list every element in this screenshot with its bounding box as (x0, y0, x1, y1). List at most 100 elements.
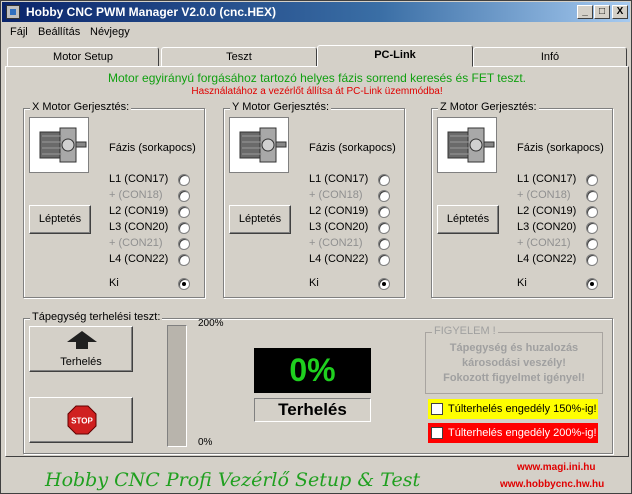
load-progress-bar (167, 325, 187, 447)
phase-header: Fázis (sorkapocs) (309, 142, 396, 154)
phase-row-label: L2 (CON19) (109, 205, 169, 217)
tab-pc-link[interactable]: PC-Link (317, 45, 473, 67)
phase-radio[interactable] (178, 174, 190, 186)
scale-min-label: 0% (198, 437, 213, 448)
menu-settings[interactable]: Beállítás (38, 26, 80, 38)
stepper-motor-image (229, 117, 289, 173)
tab-strip: Motor Setup Teszt PC-Link Infó (5, 45, 629, 67)
phase-row-label: + (CON18) (517, 189, 571, 201)
menu-bar: Fájl Beállítás Névjegy (2, 23, 630, 41)
stepper-motor-image (29, 117, 89, 173)
phase-row-label: L1 (CON17) (517, 173, 577, 185)
phase-radio[interactable] (178, 238, 190, 250)
warning-line: Tápegység és huzalozás (449, 342, 579, 354)
phase-row-label: L3 (CON20) (517, 221, 577, 233)
menu-file[interactable]: Fájl (10, 26, 28, 38)
title-bar: Hobby CNC PWM Manager V2.0.0 (cnc.HEX) _… (2, 2, 630, 22)
load-button[interactable]: Terhelés (29, 326, 133, 372)
phase-radio[interactable] (586, 278, 598, 290)
overload-150-checkbox[interactable]: Túlterhelés engedély 150%-ig! (428, 399, 598, 419)
footer-title: Hobby CNC Profi Vezérlő Setup & Test (45, 469, 421, 491)
phase-row-label: + (CON18) (109, 189, 163, 201)
phase-row-label: L1 (CON17) (109, 173, 169, 185)
scale-max-label: 200% (198, 318, 224, 329)
phase-row-label: L4 (CON22) (309, 253, 369, 265)
warning-group: FIGYELEM ! Tápegység és huzalozás károso… (425, 325, 603, 394)
warning-legend: FIGYELEM ! (432, 325, 498, 337)
load-status-label: Terhelés (254, 398, 371, 422)
phase-radio[interactable] (378, 222, 390, 234)
phase-row-label: Ki (309, 277, 319, 289)
step-button[interactable]: Léptetés (29, 205, 91, 234)
phase-radio[interactable] (586, 190, 598, 202)
stop-sign-text: STOP (71, 417, 93, 426)
tab-motor-setup[interactable]: Motor Setup (7, 47, 159, 67)
stepper-motor-icon (230, 118, 288, 172)
phase-radio[interactable] (178, 222, 190, 234)
step-button[interactable]: Léptetés (437, 205, 499, 234)
warning-line: károsodási veszély! (462, 357, 566, 369)
footer-url-2[interactable]: www.hobbycnc.hw.hu (500, 479, 604, 490)
step-button[interactable]: Léptetés (229, 205, 291, 234)
phase-radio[interactable] (586, 174, 598, 186)
footer-url-1[interactable]: www.magi.ini.hu (517, 462, 596, 473)
phase-radio[interactable] (378, 278, 390, 290)
app-window: Hobby CNC PWM Manager V2.0.0 (cnc.HEX) _… (0, 0, 632, 494)
window-title: Hobby CNC PWM Manager V2.0.0 (cnc.HEX) (26, 5, 277, 19)
motor-group-legend: X Motor Gerjesztés: (30, 101, 132, 113)
phase-row-label: L3 (CON20) (309, 221, 369, 233)
overload-150-label: Túlterhelés engedély 150%-ig! (448, 403, 597, 415)
phase-row-label: L2 (CON19) (309, 205, 369, 217)
stop-button[interactable]: STOP (29, 397, 133, 443)
checkbox-box[interactable] (431, 403, 443, 415)
phase-radio[interactable] (178, 206, 190, 218)
maximize-button[interactable]: □ (594, 5, 610, 19)
phase-row-label: L1 (CON17) (309, 173, 369, 185)
motor-group-legend: Z Motor Gerjesztés: (438, 101, 539, 113)
phase-row-label: Ki (517, 277, 527, 289)
phase-radio[interactable] (586, 254, 598, 266)
warning-line: Fokozott figyelmet igényel! (443, 372, 585, 384)
checkbox-box[interactable] (431, 427, 443, 439)
arrow-up-icon (67, 331, 97, 349)
phase-radio[interactable] (178, 278, 190, 290)
tab-teszt[interactable]: Teszt (161, 47, 317, 67)
close-button[interactable]: X (612, 5, 628, 19)
phase-header: Fázis (sorkapocs) (109, 142, 196, 154)
sub-message: Használatához a vezérlőt állítsa át PC-L… (191, 86, 443, 97)
phase-radio[interactable] (378, 238, 390, 250)
phase-radio[interactable] (586, 238, 598, 250)
phase-row-label: L3 (CON20) (109, 221, 169, 233)
menu-about[interactable]: Névjegy (90, 26, 130, 38)
warning-text: Tápegység és huzalozás károsodási veszél… (426, 341, 602, 386)
phase-radio[interactable] (178, 190, 190, 202)
stepper-motor-icon (438, 118, 496, 172)
phase-radio[interactable] (586, 222, 598, 234)
minimize-button[interactable]: _ (577, 5, 593, 19)
phase-row-label: + (CON18) (309, 189, 363, 201)
phase-row-label: Ki (109, 277, 119, 289)
phase-radio[interactable] (178, 254, 190, 266)
phase-radio[interactable] (378, 254, 390, 266)
phase-row-label: L4 (CON22) (109, 253, 169, 265)
motor-group-legend: Y Motor Gerjesztés: (230, 101, 331, 113)
overload-200-checkbox[interactable]: Túlterhelés engedély 200%-ig! (428, 423, 598, 443)
phase-header: Fázis (sorkapocs) (517, 142, 604, 154)
phase-row-label: + (CON21) (109, 237, 163, 249)
phase-radio[interactable] (378, 206, 390, 218)
stepper-motor-image (437, 117, 497, 173)
phase-row-label: L2 (CON19) (517, 205, 577, 217)
phase-radio[interactable] (378, 174, 390, 186)
phase-row-label: L4 (CON22) (517, 253, 577, 265)
phase-radio[interactable] (378, 190, 390, 202)
tab-info[interactable]: Infó (473, 47, 627, 67)
phase-radio[interactable] (586, 206, 598, 218)
stepper-motor-icon (30, 118, 88, 172)
load-button-label: Terhelés (60, 356, 102, 368)
power-test-legend: Tápegység terhelési teszt: (30, 311, 163, 323)
overload-200-label: Túlterhelés engedély 200%-ig! (448, 427, 597, 439)
app-icon (6, 5, 20, 19)
phase-row-label: + (CON21) (517, 237, 571, 249)
main-message: Motor egyirányú forgásához tartozó helye… (108, 71, 526, 85)
phase-row-label: + (CON21) (309, 237, 363, 249)
